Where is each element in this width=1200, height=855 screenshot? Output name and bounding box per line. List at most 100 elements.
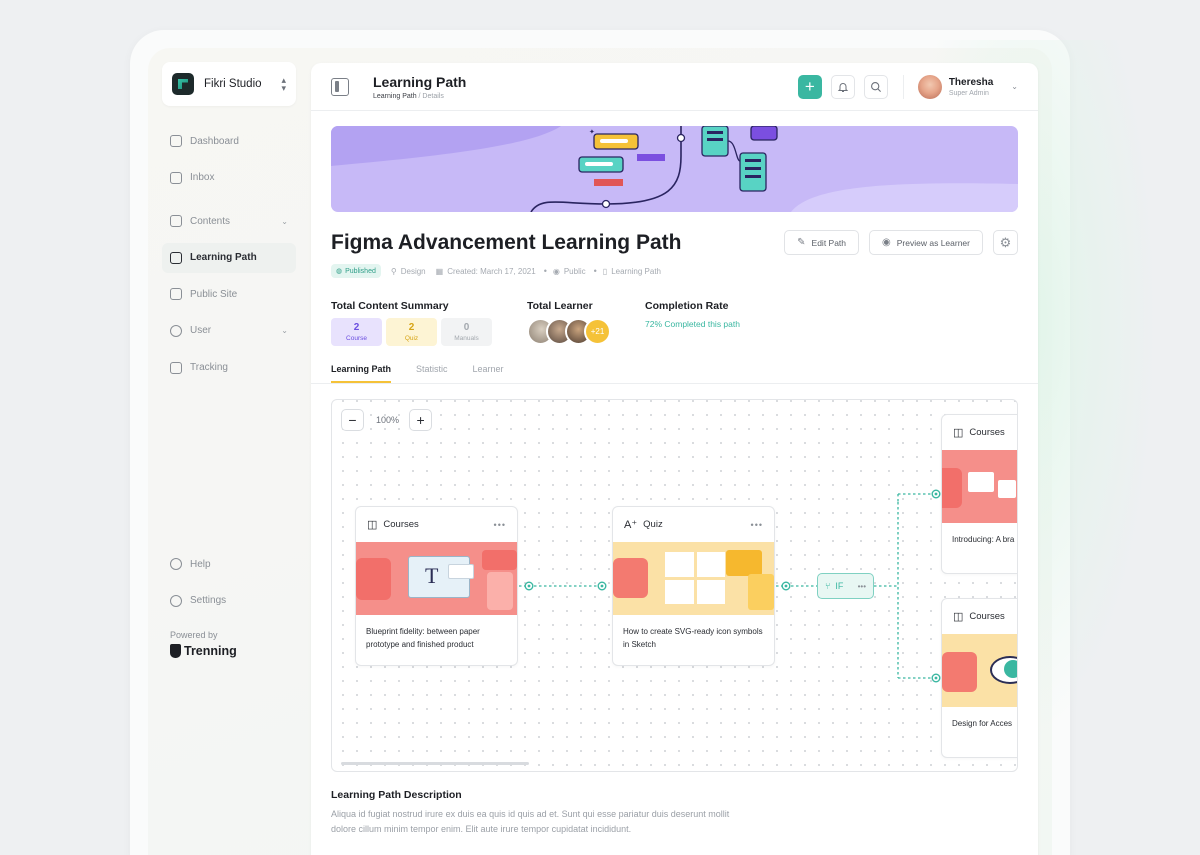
completion-rate: Completion Rate 72% Completed this path <box>645 300 740 346</box>
globe-icon: ◍ <box>336 268 343 275</box>
sidebar-item-tracking[interactable]: Tracking <box>162 353 296 383</box>
path-canvas[interactable]: − 100% + ◫ Courses ••• T Blueprint fidel… <box>331 399 1018 772</box>
summary-stats: Total Content Summary 2 Course 2 Quiz 0 Man… <box>331 300 1018 346</box>
sidebar-item-label: Dashboard <box>190 135 239 147</box>
breadcrumb-item[interactable]: Learning Path <box>373 93 417 100</box>
quiz-thumbnail <box>613 542 774 615</box>
powered-by-label: Powered by <box>170 629 218 640</box>
trenning-logo-icon <box>170 643 181 658</box>
settings-icon <box>170 594 182 607</box>
breadcrumb: Learning Path / Details <box>373 93 466 100</box>
more-options-icon[interactable]: ••• <box>858 582 866 591</box>
quiz-icon: A⁺ <box>624 519 638 531</box>
search-button[interactable] <box>863 74 888 99</box>
brand-name: Trenning <box>184 643 237 658</box>
canvas-scrollbar[interactable] <box>341 762 529 765</box>
collapse-sidebar-icon[interactable] <box>331 77 349 96</box>
sidebar-item-help[interactable]: Help <box>162 549 296 579</box>
chip-label: Course <box>346 335 367 342</box>
chevron-down-icon: ⌄ <box>281 216 288 226</box>
sidebar-item-label: Settings <box>190 595 227 607</box>
meta-separator: • <box>593 266 597 276</box>
course-thumbnail <box>942 450 1017 523</box>
edit-path-button[interactable]: ✎ Edit Path <box>784 230 860 255</box>
breadcrumb-item: / Details <box>418 92 444 100</box>
path-node-quiz[interactable]: A⁺ Quiz ••• How to create SVG-ready icon… <box>612 506 775 666</box>
tab-statistic[interactable]: Statistic <box>416 364 448 383</box>
meta-visibility: ◉ Public <box>553 267 586 276</box>
sidebar-item-label: Public Site <box>190 288 238 300</box>
main-panel: Learning Path Learning Path / Details + … <box>311 63 1038 855</box>
description-title: Learning Path Description <box>331 789 462 801</box>
path-node-course[interactable]: ◫ Courses ••• T Blueprint fidelity: betw… <box>355 506 518 666</box>
gear-icon: ⚙ <box>999 234 1012 250</box>
sidebar-item-inbox[interactable]: Inbox <box>162 163 296 193</box>
course-count-chip: 2 Course <box>331 318 382 346</box>
status-label: Published <box>345 267 376 275</box>
path-node-course[interactable]: ◫ Courses Design for Acces <box>941 598 1017 758</box>
top-actions: + Theresha Super Admin ⌄ <box>797 74 1018 99</box>
quiz-count-chip: 2 Quiz <box>386 318 437 346</box>
workspace-switcher[interactable]: Fikri Studio ▴ ▾ <box>162 62 296 106</box>
document-icon: ▯ <box>602 266 608 276</box>
edit-path-label: Edit Path <box>811 237 847 248</box>
if-label: IF <box>835 581 844 591</box>
workspace-logo-icon <box>172 73 194 95</box>
course-thumbnail: T <box>356 542 517 615</box>
tracking-icon <box>170 361 182 374</box>
banner-illustration: ✦ <box>331 126 1018 212</box>
chevron-updown-icon: ▴ ▾ <box>281 75 286 93</box>
sidebar-item-user[interactable]: User ⌄ <box>162 316 296 346</box>
content-summary: Total Content Summary 2 Course 2 Quiz 0 Man… <box>331 300 527 346</box>
sidebar-item-label: User <box>190 325 212 337</box>
chip-value: 2 <box>353 322 360 333</box>
tab-learning-path[interactable]: Learning Path <box>331 364 392 383</box>
sidebar-item-learning-path[interactable]: Learning Path <box>162 242 296 273</box>
completion-text: 72% Completed this path <box>645 319 740 329</box>
brand-logo[interactable]: Trenning <box>162 643 296 658</box>
calendar-icon: ▦ <box>435 266 444 276</box>
sidebar-item-dashboard[interactable]: Dashboard <box>162 126 296 156</box>
path-node-course[interactable]: ◫ Courses Introducing: A bra <box>941 414 1017 574</box>
pin-icon: ⚲ <box>390 266 397 276</box>
learning-path-icon <box>170 251 182 264</box>
if-condition-node[interactable]: ⑂ IF ••• <box>817 573 874 599</box>
sidebar-item-contents[interactable]: Contents ⌄ <box>162 206 296 236</box>
course-thumbnail <box>942 634 1017 707</box>
content: ✦ Figma Advancement Learning Path ✎ Edit… <box>311 111 1038 837</box>
path-settings-button[interactable]: ⚙ <box>993 230 1018 255</box>
sidebar-item-public-site[interactable]: Public Site <box>162 279 296 309</box>
chip-label: Manuals <box>454 335 479 342</box>
preview-as-learner-button[interactable]: ◉ Preview as Learner <box>869 230 983 255</box>
bell-icon <box>837 82 849 92</box>
user-menu[interactable]: Theresha Super Admin ⌄ <box>902 74 1018 99</box>
meta-text: Created: March 17, 2021 <box>447 266 536 276</box>
node-type: Courses <box>969 611 1005 622</box>
search-icon <box>870 81 881 92</box>
notification-button[interactable] <box>830 74 855 99</box>
meta-text: Design <box>400 266 426 276</box>
sidebar-nav: Dashboard Inbox Contents ⌄ Learning Path… <box>162 126 296 383</box>
learner-avatars[interactable]: +21 <box>527 318 645 345</box>
public-site-icon <box>170 288 182 301</box>
chevron-down-icon: ⌄ <box>281 326 288 336</box>
completion-title: Completion Rate <box>645 300 729 312</box>
more-options-icon[interactable]: ••• <box>751 520 763 530</box>
tab-learner[interactable]: Learner <box>473 364 504 383</box>
description-text: Aliqua id fugiat nostrud irure ex duis e… <box>331 809 730 834</box>
content-summary-title: Total Content Summary <box>331 300 449 312</box>
sidebar-item-settings[interactable]: Settings <box>162 586 296 616</box>
chevron-down-icon: ⌄ <box>1011 82 1018 91</box>
bag-icon: ◫ <box>367 519 378 531</box>
add-button[interactable]: + <box>797 74 822 99</box>
dashboard-icon <box>170 135 182 147</box>
sidebar-item-label: Learning Path <box>190 252 257 264</box>
learner-title: Total Learner <box>527 300 593 312</box>
more-options-icon[interactable]: ••• <box>494 520 506 530</box>
workspace-name: Fikri Studio <box>204 78 262 90</box>
sidebar-bottom: Help Settings Powered by Trenning <box>162 549 296 658</box>
total-learner: Total Learner +21 <box>527 300 645 346</box>
node-type: Courses <box>969 427 1005 438</box>
chip-value: 0 <box>463 322 470 333</box>
bag-icon: ◫ <box>953 611 964 623</box>
